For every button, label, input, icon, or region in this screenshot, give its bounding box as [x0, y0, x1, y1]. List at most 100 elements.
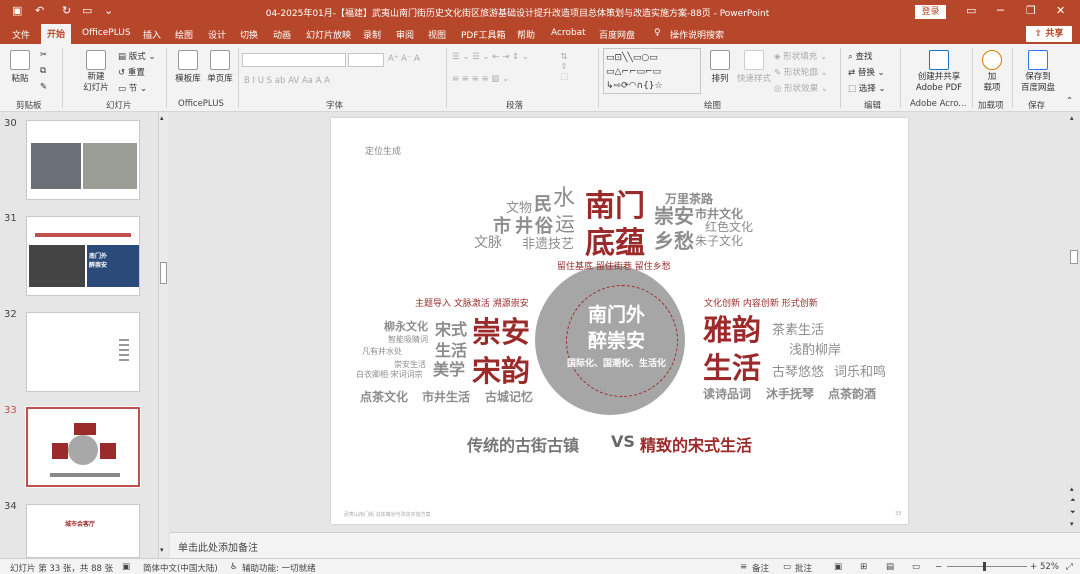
slide-thumbnail[interactable]: 城市会客厅 [26, 504, 140, 558]
tab-baidu-netdisk[interactable]: 百度网盘 [599, 28, 635, 41]
shape-outline-button[interactable]: ✎ 形状轮廓 ⌄ [774, 66, 828, 78]
slide-thumbnail-current[interactable] [25, 406, 141, 488]
comments-button[interactable]: 批注 [795, 562, 812, 574]
notes-button[interactable]: 备注 [752, 562, 769, 574]
present-icon[interactable]: ▭ [82, 4, 92, 17]
slideshow-icon[interactable]: ▭ [912, 562, 920, 572]
save-to-baidu-button[interactable]: 保存到 百度网盘 [1018, 50, 1058, 94]
tab-transitions[interactable]: 切换 [240, 28, 258, 41]
minimize-icon[interactable]: ─ [997, 4, 1004, 17]
tab-acrobat[interactable]: Acrobat [551, 28, 586, 38]
tab-slideshow[interactable]: 幻灯片放映 [306, 28, 351, 41]
scroll-down-icon[interactable]: ▾ [160, 546, 164, 554]
tab-file[interactable]: 文件 [12, 28, 30, 41]
tab-draw[interactable]: 绘图 [175, 28, 193, 41]
bottom-vs: VS [611, 432, 635, 451]
notes-pane[interactable]: 单击此处添加备注 [170, 532, 1080, 558]
font-size-adjust-icon[interactable]: A⁺ A⁻ A̶ [388, 54, 420, 64]
scroll-up-icon[interactable]: ▴ [1070, 485, 1074, 493]
tab-insert[interactable]: 插入 [143, 28, 161, 41]
zoom-out-icon[interactable]: − [935, 562, 942, 572]
slide-sorter-icon[interactable]: ⊞ [860, 562, 867, 572]
next-slide-icon[interactable]: ⏷ [1070, 508, 1076, 517]
zoom-slider-thumb[interactable] [983, 562, 986, 571]
scroll-down-icon[interactable]: ▾ [1070, 520, 1074, 528]
template-library-button[interactable]: 模板库 [172, 50, 204, 84]
scrollbar-thumb[interactable] [160, 262, 167, 284]
reset-button[interactable]: ↺ 重置 [118, 66, 145, 78]
layout-button[interactable]: ▤ 版式 ⌄ [118, 50, 156, 62]
tab-record[interactable]: 录制 [363, 28, 381, 41]
shapes-gallery[interactable]: ▭⊡╲╲▭○▭ ▭△⌐⌐▭⌐▭ ↳⇨⟳◠∩{}☆ [603, 48, 701, 94]
close-icon[interactable]: ✕ [1056, 4, 1065, 17]
normal-view-icon[interactable]: ▣ [834, 562, 842, 572]
direction-icons[interactable]: ⇅ ⇳ ⬚ [560, 52, 568, 82]
create-adobe-pdf-button[interactable]: 创建并共享 Adobe PDF [910, 50, 968, 94]
fit-to-window-icon[interactable]: ⤢ [1066, 562, 1073, 572]
ribbon-display-icon[interactable]: ▭ [966, 4, 976, 17]
font-name-select[interactable] [242, 53, 346, 67]
login-button[interactable]: 登录 [915, 5, 946, 19]
slide-thumbnail[interactable]: 南门外 醉崇安 [26, 216, 140, 296]
zoom-in-icon[interactable]: + [1030, 562, 1037, 572]
section-button[interactable]: ▭ 节 ⌄ [118, 82, 147, 94]
zoom-slider[interactable] [947, 566, 1027, 567]
word-tea-simple-life: 茶素生活 [772, 323, 825, 338]
tab-animations[interactable]: 动画 [273, 28, 291, 41]
quick-styles-button[interactable]: 快速样式 [736, 50, 772, 84]
tab-review[interactable]: 审阅 [396, 28, 414, 41]
tab-view[interactable]: 视图 [428, 28, 446, 41]
center-title-line1: 南门外 [588, 304, 646, 326]
find-button[interactable]: ⌕ 查找 [848, 50, 872, 62]
tab-officeplus[interactable]: OfficePLUS [82, 28, 131, 38]
tab-pdf-tools[interactable]: PDF工具箱 [461, 28, 506, 41]
list-icons[interactable]: ☰ ⌄ ☰ ⌄ ⇤ ⇥ ↕ ⌄ [452, 52, 529, 62]
spellcheck-icon[interactable]: ▣ [122, 562, 130, 572]
tab-help[interactable]: 帮助 [517, 28, 535, 41]
tab-home[interactable]: 开始 [41, 24, 72, 44]
replace-button[interactable]: ⇄ 替换 ⌄ [848, 66, 885, 78]
font-style-icons[interactable]: B I U S ab AV Aa A A [244, 76, 330, 86]
addins-button[interactable]: 加 载项 [980, 50, 1004, 94]
new-slide-button[interactable]: 新建 幻灯片 [76, 50, 116, 94]
collapse-ribbon-icon[interactable]: ⌃ [1066, 96, 1073, 106]
maximize-icon[interactable]: ❐ [1026, 4, 1036, 17]
undo-icon[interactable]: ↶ [35, 4, 44, 17]
shape-effect-button[interactable]: ◎ 形状效果 ⌄ [774, 82, 828, 94]
copy-icon[interactable]: ⧉ [40, 66, 46, 76]
save-icon[interactable]: ▣ [12, 4, 22, 17]
arrange-button[interactable]: 排列 [706, 50, 734, 84]
shape-fill-button[interactable]: ◈ 形状填充 ⌄ [774, 50, 827, 62]
redo-icon[interactable]: ↻ [62, 4, 71, 17]
paste-button[interactable]: 粘贴 [6, 50, 34, 84]
customize-icon[interactable]: ⌄ [104, 4, 113, 17]
arrange-label: 排列 [711, 74, 729, 84]
thumbnail-number: 34 [4, 501, 17, 512]
tell-me-search[interactable]: 操作说明搜索 [670, 28, 724, 41]
language-status[interactable]: 简体中文(中国大陆) [143, 562, 218, 574]
current-slide[interactable]: 定位生成 文物 民 水 市 井 俗 运 文脉 非遗技艺 南门 底蕴 万里茶路 崇… [331, 118, 908, 524]
slide-thumbnail-pane: 30 31 南门外 醉崇安 32 33 34 城市会客厅 [0, 112, 170, 558]
scrollbar-thumb[interactable] [1070, 250, 1078, 264]
format-painter-icon[interactable]: ✎ [40, 82, 47, 92]
tab-design[interactable]: 设计 [208, 28, 226, 41]
reading-view-icon[interactable]: ▤ [886, 562, 894, 572]
align-icons[interactable]: ≡ ≡ ≡ ≡ ▥ ⌄ [452, 74, 509, 84]
select-button[interactable]: ⬚ 选择 ⌄ [848, 82, 886, 94]
font-size-select[interactable] [348, 53, 384, 67]
slide-thumbnail[interactable] [26, 120, 140, 200]
accessibility-status[interactable]: 辅助功能: 一切就绪 [242, 562, 316, 574]
zoom-level[interactable]: 52% [1040, 562, 1059, 572]
group-label-slides: 幻灯片 [106, 101, 132, 111]
reset-label: 重置 [127, 68, 145, 78]
slide-thumbnail[interactable] [26, 312, 140, 392]
share-button[interactable]: ⇪ 共享 [1026, 26, 1072, 42]
prev-slide-icon[interactable]: ⏶ [1070, 496, 1076, 505]
paste-icon [10, 50, 30, 70]
slide-scrollbar[interactable]: ▴ ▴ ⏶ ⏷ ▾ [1068, 112, 1080, 532]
single-page-library-button[interactable]: 单页库 [204, 50, 236, 84]
scroll-up-icon[interactable]: ▴ [1070, 114, 1074, 122]
cut-icon[interactable]: ✂ [40, 50, 47, 60]
scroll-up-icon[interactable]: ▴ [160, 114, 164, 122]
thumbnail-scrollbar[interactable]: ▴ ▾ [158, 112, 168, 558]
